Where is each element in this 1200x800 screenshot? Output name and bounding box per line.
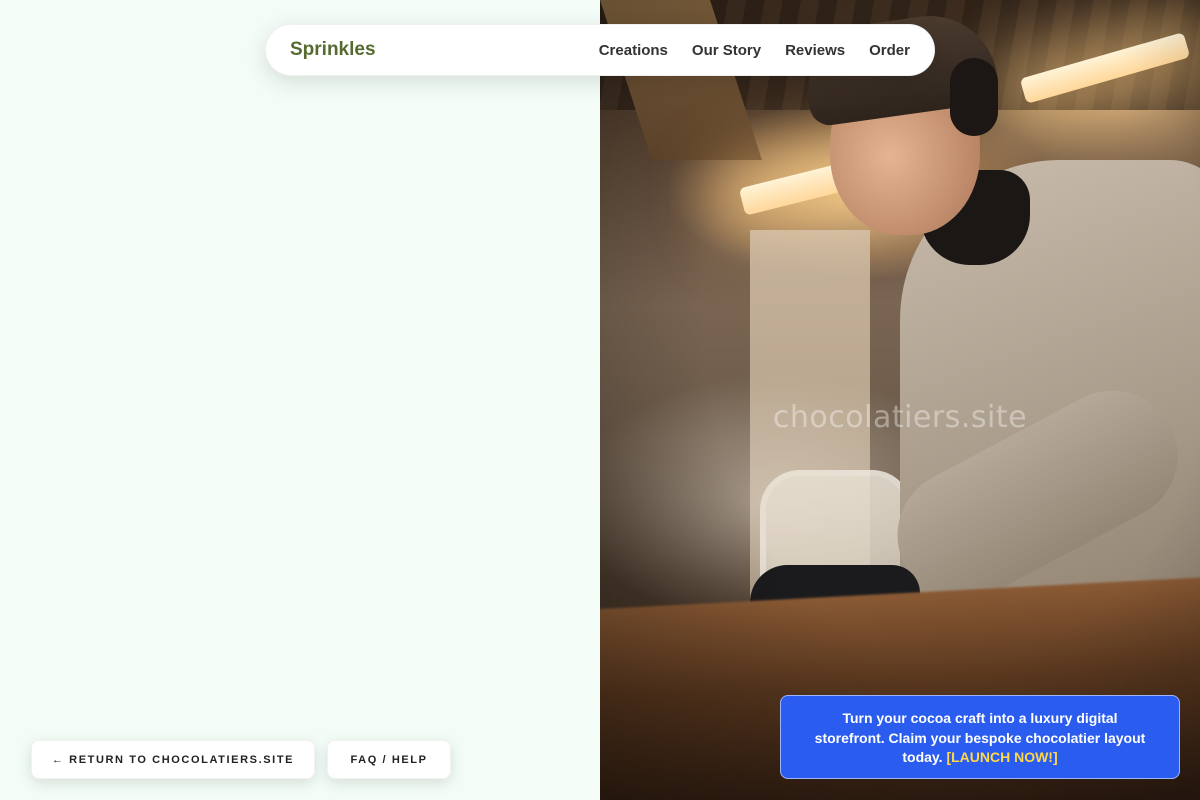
brand-logo[interactable]: Sprinkles <box>290 39 376 61</box>
launch-now-link[interactable]: [LAUNCH NOW!] <box>946 749 1057 765</box>
return-to-site-button[interactable]: ← RETURN TO CHOCOLATIERS.SITE <box>31 740 315 779</box>
left-pane <box>0 0 600 800</box>
nav-link-creations[interactable]: Creations <box>599 42 668 59</box>
nav-link-reviews[interactable]: Reviews <box>785 42 845 59</box>
faq-help-button[interactable]: FAQ / HELP <box>327 740 451 779</box>
cta-banner: Turn your cocoa craft into a luxury digi… <box>780 695 1180 779</box>
nav-link-order[interactable]: Order <box>869 42 910 59</box>
top-navbar: Sprinkles Creations Our Story Reviews Or… <box>265 24 935 76</box>
watermark-text: chocolatiers.site <box>772 400 1028 435</box>
nav-link-our-story[interactable]: Our Story <box>692 42 761 59</box>
nav-links: Creations Our Story Reviews Order <box>599 42 910 59</box>
